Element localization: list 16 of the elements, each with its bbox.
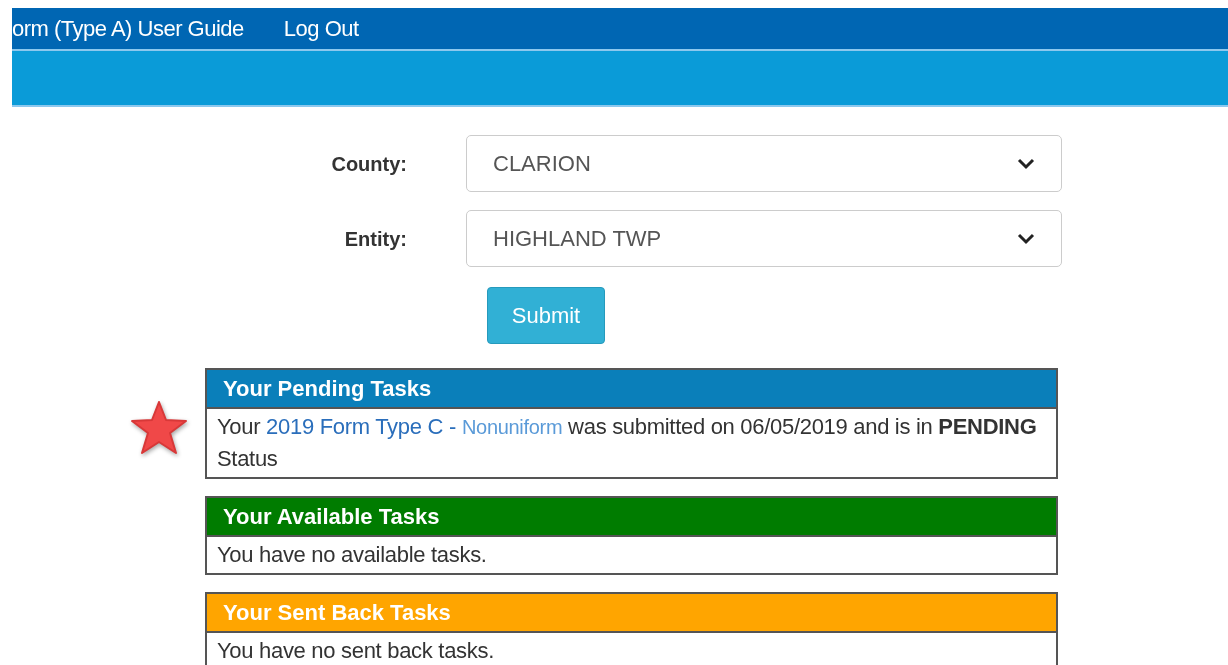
select-field[interactable]: HIGHLAND TWP: [466, 210, 1062, 267]
nav-link[interactable]: Log Out: [283, 12, 359, 45]
form-link[interactable]: Nonuniform: [461, 416, 563, 438]
panel-message: You have no sent back tasks.: [216, 637, 495, 665]
field-label: County:: [330, 151, 407, 177]
panel-message: Your 2019 Form Type C - Nonuniform was submitted on 06/05/2019 and is in PENDING Status: [216, 413, 1038, 473]
panel-header: Your Pending Tasks: [207, 370, 1056, 409]
panel-message: You have no available tasks.: [216, 541, 488, 569]
panel-header: Your Available Tasks: [207, 498, 1056, 537]
panel-header: Your Sent Back Tasks: [207, 594, 1056, 633]
select-field[interactable]: CLARION: [466, 135, 1062, 192]
form-link[interactable]: 2019 Form Type C -: [266, 414, 456, 439]
chevron-down-icon: [1017, 232, 1035, 245]
nav-link[interactable]: orm (Type A) User Guide: [12, 12, 244, 45]
field-label: Entity:: [343, 226, 407, 252]
chevron-down-icon: [1017, 157, 1035, 170]
